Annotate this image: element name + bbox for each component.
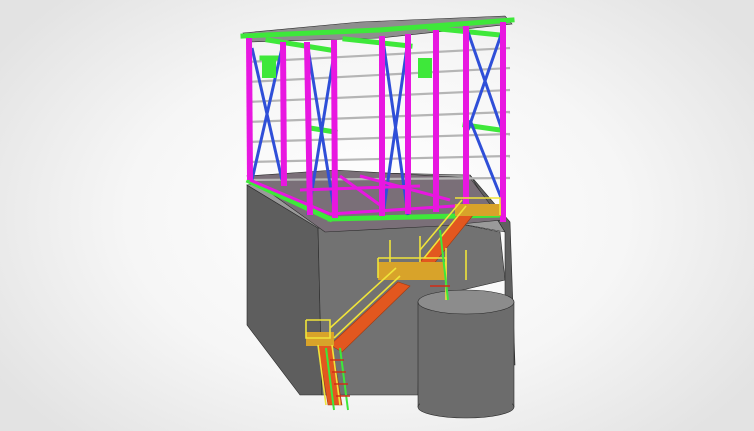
cylindrical-tank — [417, 289, 515, 419]
structural-3d-model[interactable] — [0, 0, 754, 431]
mid-landing — [378, 262, 446, 280]
tank-top — [417, 289, 515, 315]
model-viewport[interactable] — [0, 0, 754, 431]
